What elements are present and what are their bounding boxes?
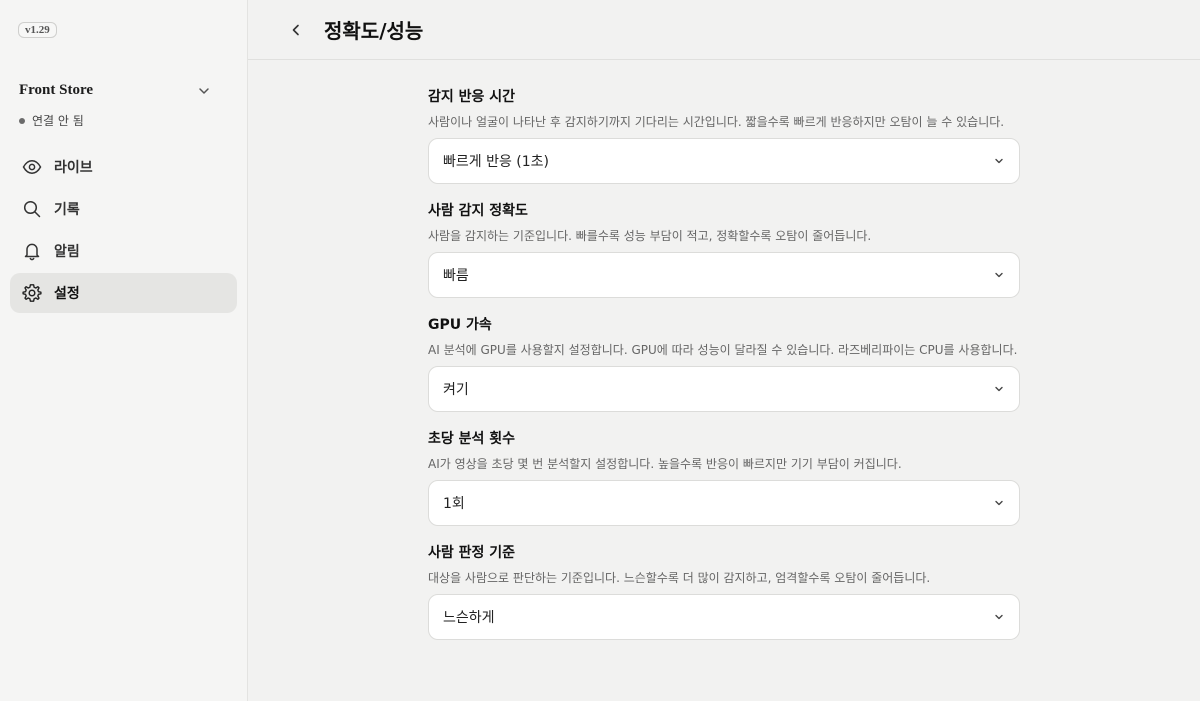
sidebar-item-label: 알림 xyxy=(54,244,80,260)
settings-list: 감지 반응 시간 사람이나 얼굴이 나타난 후 감지하기까지 기다리는 시간입니… xyxy=(428,88,1020,658)
setting-description: 사람이나 얼굴이 나타난 후 감지하기까지 기다리는 시간입니다. 짧을수록 빠… xyxy=(428,115,1005,129)
chevron-down-icon xyxy=(995,614,1003,620)
version-badge: v1.29 xyxy=(18,22,57,38)
sidebar-nav: 라이브 기록 알림 설정 xyxy=(10,147,237,315)
sidebar-item-live[interactable]: 라이브 xyxy=(10,147,237,187)
connection-status-label: 연결 안 됨 xyxy=(32,114,84,128)
setting-title: GPU 가속 xyxy=(428,317,492,333)
main-panel: 정확도/성능 감지 반응 시간 사람이나 얼굴이 나타난 후 감지하기까지 기다… xyxy=(248,0,1200,701)
sidebar-item-settings[interactable]: 설정 xyxy=(10,273,237,313)
store-selector[interactable]: Front Store xyxy=(19,82,219,99)
accuracy-select[interactable]: 빠름 xyxy=(428,252,1020,298)
sidebar: v1.29 Front Store 연결 안 됨 라이브 기록 알림 설정 xyxy=(0,0,248,701)
chevron-down-icon xyxy=(995,386,1003,392)
response-time-select[interactable]: 빠르게 반응 (1초) xyxy=(428,138,1020,184)
setting-title: 사람 감지 정확도 xyxy=(428,203,528,219)
select-value: 빠름 xyxy=(443,268,469,284)
page-header: 정확도/성능 xyxy=(248,0,1200,60)
bell-icon xyxy=(22,241,42,261)
setting-title: 초당 분석 횟수 xyxy=(428,431,516,447)
chevron-left-icon xyxy=(292,24,299,35)
sidebar-item-label: 기록 xyxy=(54,202,80,218)
store-name: Front Store xyxy=(19,82,94,98)
select-value: 빠르게 반응 (1초) xyxy=(443,154,550,170)
analysis-rate-select[interactable]: 1회 xyxy=(428,480,1020,526)
setting-title: 사람 판정 기준 xyxy=(428,545,516,561)
setting-detection-response-time: 감지 반응 시간 사람이나 얼굴이 나타난 후 감지하기까지 기다리는 시간입니… xyxy=(428,88,1020,184)
chevron-down-icon xyxy=(995,158,1003,164)
setting-description: AI 분석에 GPU를 사용할지 설정합니다. GPU에 따라 성능이 달라질 … xyxy=(428,343,1018,357)
chevron-down-icon xyxy=(995,500,1003,506)
sidebar-item-label: 라이브 xyxy=(54,160,93,176)
setting-description: AI가 영상을 초당 몇 번 분석할지 설정합니다. 높을수록 반응이 빠르지만… xyxy=(428,457,902,471)
eye-icon xyxy=(22,157,42,177)
sidebar-item-label: 설정 xyxy=(54,286,80,302)
setting-person-threshold: 사람 판정 기준 대상을 사람으로 판단하는 기준입니다. 느슨할수록 더 많이… xyxy=(428,544,1020,640)
setting-person-detection-accuracy: 사람 감지 정확도 사람을 감지하는 기준입니다. 빠를수록 성능 부담이 적고… xyxy=(428,202,1020,298)
gpu-select[interactable]: 켜기 xyxy=(428,366,1020,412)
connection-status: 연결 안 됨 xyxy=(19,112,84,129)
setting-analysis-rate: 초당 분석 횟수 AI가 영상을 초당 몇 번 분석할지 설정합니다. 높을수록… xyxy=(428,430,1020,526)
gear-icon xyxy=(22,283,42,303)
status-dot xyxy=(19,117,25,124)
setting-gpu-acceleration: GPU 가속 AI 분석에 GPU를 사용할지 설정합니다. GPU에 따라 성… xyxy=(428,316,1020,412)
sidebar-item-alerts[interactable]: 알림 xyxy=(10,231,237,271)
sidebar-item-records[interactable]: 기록 xyxy=(10,189,237,229)
setting-description: 사람을 감지하는 기준입니다. 빠를수록 성능 부담이 적고, 정확할수록 오탐… xyxy=(428,229,872,243)
back-button[interactable] xyxy=(284,18,308,42)
select-value: 느슨하게 xyxy=(443,610,495,626)
select-value: 켜기 xyxy=(443,382,469,398)
chevron-down-icon xyxy=(199,87,209,94)
select-value: 1회 xyxy=(443,496,465,512)
page-title: 정확도/성능 xyxy=(324,19,424,43)
person-threshold-select[interactable]: 느슨하게 xyxy=(428,594,1020,640)
setting-description: 대상을 사람으로 판단하는 기준입니다. 느슨할수록 더 많이 감지하고, 엄격… xyxy=(428,571,931,585)
setting-title: 감지 반응 시간 xyxy=(428,89,516,105)
search-icon xyxy=(22,199,42,219)
chevron-down-icon xyxy=(995,272,1003,278)
